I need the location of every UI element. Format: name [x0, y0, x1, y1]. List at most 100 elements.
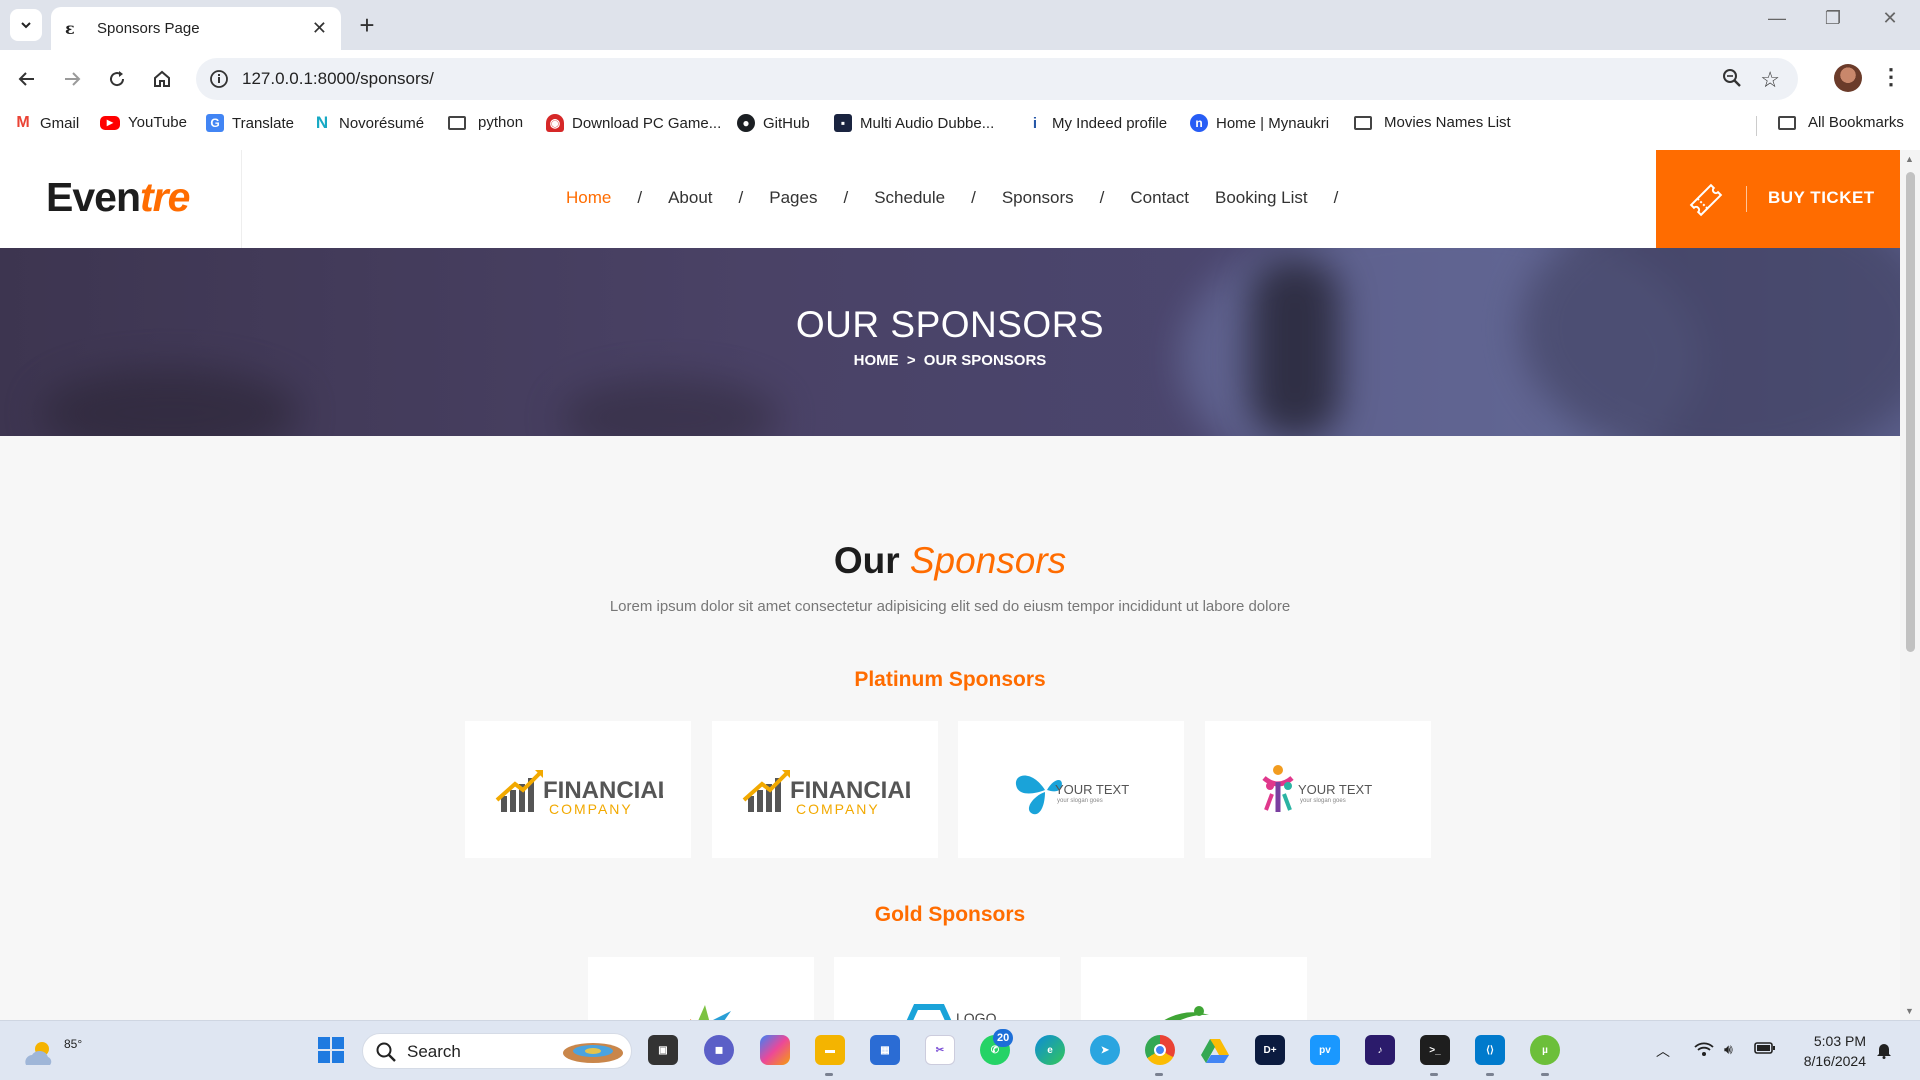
url-text[interactable]: 127.0.0.1:8000/sponsors/ — [242, 69, 434, 89]
all-bookmarks-label: All Bookmarks — [1808, 114, 1904, 131]
sponsor-card-platinum-1[interactable]: FINANCIAL COMPANY — [465, 721, 691, 858]
dubbing-icon: ▪ — [834, 114, 852, 132]
amazon-music-icon[interactable]: ♪ — [1365, 1035, 1395, 1065]
bookmark-star-icon[interactable]: ☆ — [1760, 67, 1780, 93]
weather-widget[interactable]: 85° — [22, 1033, 82, 1069]
breadcrumb-home[interactable]: HOME — [854, 352, 899, 369]
clock-date: 8/16/2024 — [1803, 1053, 1866, 1069]
bookmark-translate[interactable]: G Translate — [206, 114, 294, 132]
reload-icon — [110, 71, 125, 87]
buy-ticket-button[interactable]: BUY TICKET — [1656, 150, 1900, 248]
bookmark-gmail[interactable]: M Gmail — [14, 114, 79, 132]
nav-separator: / — [738, 188, 744, 207]
nav-schedule[interactable]: Schedule — [874, 188, 945, 208]
system-clock[interactable]: 5:03 PM 8/16/2024 — [1786, 1031, 1866, 1071]
chrome-browser-icon[interactable] — [1145, 1035, 1175, 1065]
tab-search-button[interactable] — [10, 9, 42, 41]
bookmark-label: Novorésumé — [339, 114, 425, 132]
sponsor-card-platinum-3[interactable]: YOUR TEXT your slogan goes — [958, 721, 1184, 858]
google-drive-icon[interactable] — [1200, 1035, 1230, 1065]
arrow-left-icon — [18, 72, 34, 86]
bookmark-download-pc-games[interactable]: ◉ Download PC Game... — [546, 114, 721, 132]
sponsors-heading-main: Our — [833, 540, 900, 581]
zoom-icon[interactable] — [1722, 68, 1742, 93]
nav-sponsors[interactable]: Sponsors — [1002, 188, 1074, 208]
site-info-icon[interactable] — [208, 68, 230, 90]
sponsor-card-gold-3[interactable] — [1081, 957, 1307, 1020]
bookmark-novoresume[interactable]: N Novorésumé — [313, 113, 425, 132]
scroll-up-icon[interactable]: ▲ — [1905, 154, 1914, 164]
scroll-down-icon[interactable]: ▼ — [1905, 1006, 1914, 1016]
sponsor-card-gold-2[interactable]: LOGO — [834, 957, 1060, 1020]
disney-plus-icon[interactable]: D+ — [1255, 1035, 1285, 1065]
swoosh-logo — [1164, 1006, 1209, 1020]
clock-time: 5:03 PM — [1813, 1033, 1866, 1049]
terminal-icon[interactable]: >_ — [1420, 1035, 1450, 1065]
profile-avatar[interactable] — [1834, 64, 1862, 92]
utorrent-icon[interactable]: µ — [1530, 1035, 1560, 1065]
close-tab-icon[interactable]: ✕ — [312, 18, 327, 39]
new-tab-button[interactable]: + — [352, 10, 382, 41]
bookmark-label: python — [478, 114, 524, 131]
bookmark-movies[interactable]: Movies Names List — [1354, 114, 1511, 131]
sponsor-card-platinum-2[interactable]: FINANCIAL COMPANY — [712, 721, 938, 858]
bookmark-multi-audio[interactable]: ▪ Multi Audio Dubbe... — [834, 114, 994, 132]
sponsor-card-platinum-4[interactable]: YOUR TEXT your slogan goes — [1205, 721, 1431, 858]
windows-start-icon[interactable] — [316, 1035, 346, 1065]
nav-contact[interactable]: Contact — [1130, 188, 1189, 208]
page-scrollbar[interactable]: ▲ ▼ — [1900, 150, 1920, 1020]
bookmark-github[interactable]: ● GitHub — [737, 114, 810, 132]
nav-home[interactable]: Home — [566, 188, 611, 208]
bookmark-label: My Indeed profile — [1052, 114, 1168, 132]
running-indicator — [825, 1073, 833, 1076]
forward-button[interactable] — [57, 64, 87, 94]
nav-pages[interactable]: Pages — [769, 188, 817, 208]
restore-window-icon[interactable]: ❐ — [1818, 8, 1848, 29]
reload-button[interactable] — [102, 64, 132, 94]
sponsors-subtitle: Lorem ipsum dolor sit amet consectetur a… — [609, 598, 1291, 615]
logo-accent-text: tre — [140, 174, 190, 220]
scrollbar-thumb[interactable] — [1906, 172, 1915, 652]
all-bookmarks-button[interactable]: All Bookmarks — [1778, 114, 1904, 131]
sponsor-card-gold-1[interactable] — [588, 957, 814, 1020]
edge-browser-icon[interactable]: e — [1035, 1035, 1065, 1065]
close-window-icon[interactable]: ✕ — [1875, 8, 1905, 29]
taskbar-search[interactable]: Search — [362, 1033, 632, 1069]
teams-meet-icon[interactable]: ◼ — [704, 1035, 734, 1065]
copilot-icon[interactable] — [760, 1035, 790, 1065]
snipping-tool-icon[interactable]: ✂ — [925, 1035, 955, 1065]
back-button[interactable] — [12, 64, 42, 94]
bookmark-indeed[interactable]: i My Indeed profile — [1026, 114, 1167, 132]
sponsor-name: LOGO — [956, 1010, 997, 1020]
bookmark-naukri[interactable]: n Home | Mynaukri — [1190, 114, 1329, 132]
nav-booking-list[interactable]: Booking List — [1215, 188, 1308, 208]
nav-about[interactable]: About — [668, 188, 712, 208]
bookmarks-bar: M Gmail ▶ YouTube G Translate N Novorésu… — [0, 108, 1920, 142]
bookmark-youtube[interactable]: ▶ YouTube — [100, 114, 187, 131]
browser-menu-icon[interactable]: ⋮ — [1880, 64, 1902, 90]
banner-bg-shape — [560, 378, 780, 436]
notification-bell-icon[interactable] — [1876, 1041, 1892, 1062]
site-logo[interactable]: Eventre — [46, 174, 190, 221]
task-view-icon[interactable]: ▣ — [648, 1035, 678, 1065]
bookmark-label: Multi Audio Dubbe... — [860, 114, 995, 132]
volume-icon[interactable]: 🔊︎ — [1724, 1041, 1733, 1058]
home-button[interactable] — [147, 64, 177, 94]
file-explorer-icon[interactable]: ▬ — [815, 1035, 845, 1065]
prime-video-icon[interactable]: pv — [1310, 1035, 1340, 1065]
telegram-icon[interactable]: ➤ — [1090, 1035, 1120, 1065]
gold-sponsors-heading: Gold Sponsors — [874, 903, 1026, 926]
wifi-icon[interactable] — [1694, 1041, 1714, 1060]
battery-icon[interactable] — [1754, 1041, 1776, 1058]
nav-separator: / — [637, 188, 643, 207]
minimize-window-icon[interactable]: — — [1762, 8, 1792, 29]
running-indicator — [1541, 1073, 1549, 1076]
microsoft-store-icon[interactable]: ▦ — [870, 1035, 900, 1065]
tab-sponsors-page[interactable]: ε Sponsors Page ✕ — [51, 7, 341, 50]
butterfly-logo: YOUR TEXT your slogan goes — [1015, 774, 1129, 814]
running-indicator — [1430, 1073, 1438, 1076]
address-bar[interactable]: 127.0.0.1:8000/sponsors/ ☆ — [196, 58, 1798, 100]
show-hidden-icons[interactable]: ︿ — [1656, 1041, 1670, 1061]
vscode-icon[interactable]: ⟨⟩ — [1475, 1035, 1505, 1065]
bookmark-python[interactable]: python — [448, 114, 523, 131]
